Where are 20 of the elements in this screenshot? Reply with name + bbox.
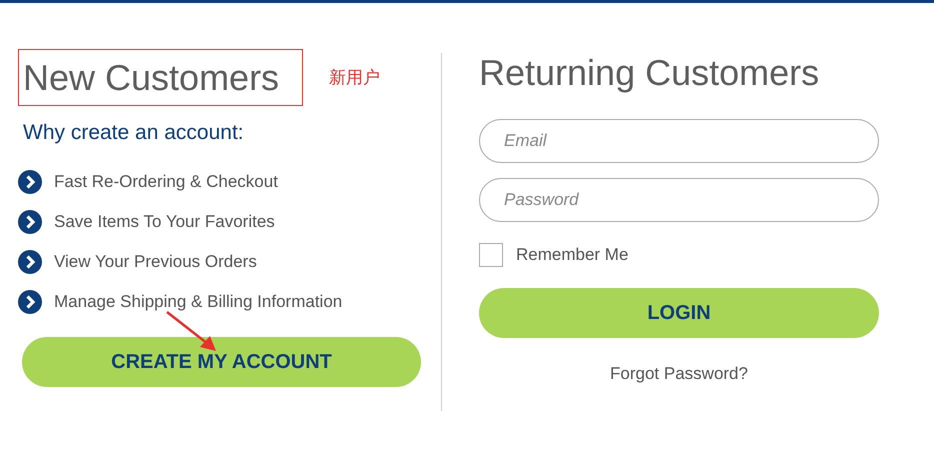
benefit-text: Manage Shipping & Billing Information xyxy=(54,292,342,312)
benefit-text: Save Items To Your Favorites xyxy=(54,212,275,232)
remember-checkbox[interactable] xyxy=(479,243,503,267)
subtitle: Why create an account: xyxy=(23,120,245,146)
chevron-right-icon xyxy=(18,210,42,234)
password-field[interactable]: Password xyxy=(479,178,879,222)
benefit-text: View Your Previous Orders xyxy=(54,252,257,272)
chevron-right-icon xyxy=(18,250,42,274)
create-account-button[interactable]: CREATE MY ACCOUNT xyxy=(22,337,421,387)
forgot-password-link[interactable]: Forgot Password? xyxy=(610,364,748,384)
chevron-right-icon xyxy=(18,170,42,194)
chevron-right-icon xyxy=(18,290,42,314)
remember-label: Remember Me xyxy=(516,245,628,265)
benefit-text: Fast Re-Ordering & Checkout xyxy=(54,172,278,192)
annotation-arrow xyxy=(166,311,216,351)
email-field[interactable]: Email xyxy=(479,119,879,163)
section-title: New Customers xyxy=(23,56,280,100)
section-title: Returning Customers xyxy=(479,51,820,95)
login-button[interactable]: LOGIN xyxy=(479,288,879,338)
annotation-note: 新用户 xyxy=(329,67,380,89)
